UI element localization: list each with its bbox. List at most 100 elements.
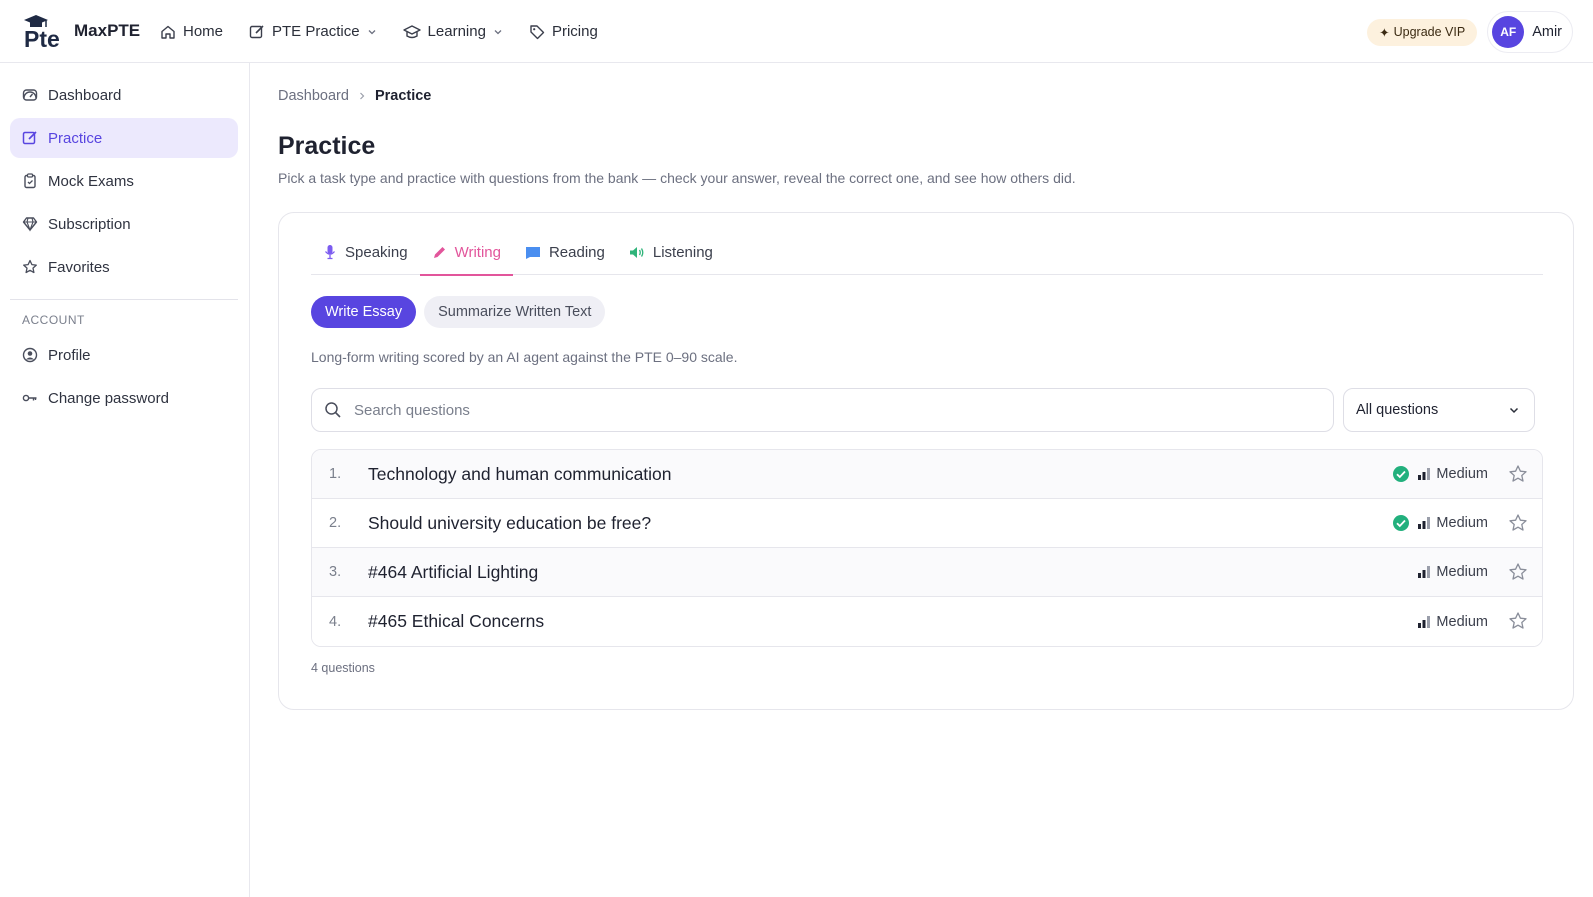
breadcrumb-current: Practice xyxy=(374,88,432,104)
star-icon[interactable] xyxy=(1508,464,1528,484)
edit-icon xyxy=(249,24,264,38)
logo[interactable]: Pte MaxPTE xyxy=(22,14,140,52)
chevron-down-icon xyxy=(494,29,502,34)
search-box xyxy=(311,388,1334,432)
sidebar-item-profile[interactable]: Profile xyxy=(10,335,238,375)
list-item[interactable]: 2. Should university education be free? … xyxy=(312,499,1542,548)
difficulty-label: Medium xyxy=(1436,515,1488,531)
tab-reading[interactable]: Reading xyxy=(513,229,617,275)
microphone-icon xyxy=(324,245,336,260)
difficulty-badge: Medium xyxy=(1418,614,1488,630)
page-subtitle: Pick a task type and practice with quest… xyxy=(278,170,1076,186)
sidebar-section-heading: ACCOUNT xyxy=(22,313,85,327)
nav-pte-practice[interactable]: PTE Practice xyxy=(249,23,377,40)
page-title: Practice xyxy=(278,132,376,160)
list-item[interactable]: 3. #464 Artificial Lighting Medium xyxy=(312,548,1542,597)
question-title: Should university education be free? xyxy=(368,512,652,533)
nav-learning[interactable]: Learning xyxy=(402,23,503,40)
sidebar-item-mock-exams[interactable]: Mock Exams xyxy=(10,161,238,201)
upgrade-vip-button[interactable]: ✦ Upgrade VIP xyxy=(1367,18,1478,46)
breadcrumb: Dashboard Practice xyxy=(278,88,431,104)
question-count: 4 questions xyxy=(311,661,375,675)
tab-listening-label: Listening xyxy=(652,243,713,261)
sidebar-item-favorites[interactable]: Favorites xyxy=(10,247,238,287)
star-icon xyxy=(23,259,37,274)
task-write-essay[interactable]: Write Essay xyxy=(311,296,417,328)
question-filter-select[interactable]: All questions xyxy=(1343,388,1535,432)
question-number: 4. xyxy=(329,613,342,630)
sidebar-item-label: Change password xyxy=(48,389,169,407)
nav-learning-label: Learning xyxy=(427,23,486,40)
pencil-icon xyxy=(433,246,445,258)
user-name: Amir xyxy=(1532,24,1562,40)
sidebar-divider xyxy=(10,299,238,300)
speaker-icon xyxy=(629,246,644,258)
edit-icon xyxy=(22,131,37,145)
sidebar-item-practice[interactable]: Practice xyxy=(10,118,238,158)
gauge-icon xyxy=(22,89,38,101)
user-circle-icon xyxy=(22,347,38,363)
task-type-selector: Write Essay Summarize Written Text xyxy=(311,296,606,328)
difficulty-badge: Medium xyxy=(1418,564,1488,580)
sidebar-item-change-password[interactable]: Change password xyxy=(10,378,238,418)
question-list: 1. Technology and human communication Me… xyxy=(311,449,1543,647)
difficulty-label: Medium xyxy=(1436,564,1488,580)
top-navbar: Pte MaxPTE Home PTE Practice Learning Pr… xyxy=(0,0,1593,63)
sidebar-item-label: Practice xyxy=(48,129,103,147)
sidebar-item-label: Subscription xyxy=(48,215,131,233)
sidebar: Dashboard Practice Mock Exams Subscripti… xyxy=(0,63,250,897)
difficulty-badge: Medium xyxy=(1418,515,1488,531)
task-summarize-written-text[interactable]: Summarize Written Text xyxy=(424,296,606,328)
clipboard-icon xyxy=(24,173,36,189)
check-circle-icon xyxy=(1393,515,1409,531)
question-title: Technology and human communication xyxy=(368,463,672,484)
signal-bars-icon xyxy=(1418,517,1431,529)
chevron-down-icon xyxy=(368,29,376,34)
signal-bars-icon xyxy=(1418,468,1431,480)
tag-icon xyxy=(530,24,545,39)
sidebar-item-label: Favorites xyxy=(48,258,110,276)
main-nav: Home PTE Practice Learning Pricing xyxy=(160,0,598,63)
tab-listening[interactable]: Listening xyxy=(617,229,725,275)
tab-writing[interactable]: Writing xyxy=(419,229,514,276)
star-icon[interactable] xyxy=(1508,562,1528,582)
tab-speaking-label: Speaking xyxy=(345,243,408,261)
difficulty-label: Medium xyxy=(1436,466,1488,482)
nav-pricing[interactable]: Pricing xyxy=(529,23,598,40)
tab-speaking[interactable]: Speaking xyxy=(311,229,420,275)
list-item[interactable]: 1. Technology and human communication Me… xyxy=(312,450,1542,499)
practice-card: Speaking Writing Reading Listening Write… xyxy=(278,212,1574,710)
nav-home[interactable]: Home xyxy=(160,23,223,40)
signal-bars-icon xyxy=(1418,615,1431,628)
header-actions: ✦ Upgrade VIP AF Amir xyxy=(1367,11,1573,53)
star-icon[interactable] xyxy=(1508,611,1528,631)
question-title: #464 Artificial Lighting xyxy=(368,561,539,582)
tab-reading-label: Reading xyxy=(548,243,605,261)
difficulty-label: Medium xyxy=(1436,613,1488,630)
question-number: 2. xyxy=(329,515,342,531)
nav-pricing-label: Pricing xyxy=(551,23,598,40)
task-description: Long-form writing scored by an AI agent … xyxy=(311,349,738,365)
sidebar-item-label: Dashboard xyxy=(48,86,122,104)
question-number: 3. xyxy=(329,564,342,580)
sidebar-item-label: Profile xyxy=(48,346,91,364)
diamond-icon xyxy=(22,217,38,232)
search-icon xyxy=(325,402,341,418)
graduation-cap-icon xyxy=(402,24,421,38)
list-item[interactable]: 4. #465 Ethical Concerns Medium xyxy=(312,597,1542,646)
sparkle-icon: ✦ xyxy=(1379,25,1390,40)
tab-writing-label: Writing xyxy=(454,243,501,261)
search-input[interactable] xyxy=(354,401,1314,419)
star-icon[interactable] xyxy=(1508,513,1528,533)
sidebar-item-subscription[interactable]: Subscription xyxy=(10,204,238,244)
difficulty-badge: Medium xyxy=(1418,466,1488,482)
svg-text:Pte: Pte xyxy=(24,26,60,48)
section-tabs: Speaking Writing Reading Listening xyxy=(311,229,1543,276)
question-number: 1. xyxy=(329,466,342,482)
breadcrumb-dashboard[interactable]: Dashboard xyxy=(278,88,349,104)
question-title: #465 Ethical Concerns xyxy=(368,611,545,631)
chevron-right-icon xyxy=(360,92,365,100)
sidebar-item-dashboard[interactable]: Dashboard xyxy=(10,75,238,115)
user-menu[interactable]: AF Amir xyxy=(1487,11,1573,53)
key-icon xyxy=(22,394,37,402)
